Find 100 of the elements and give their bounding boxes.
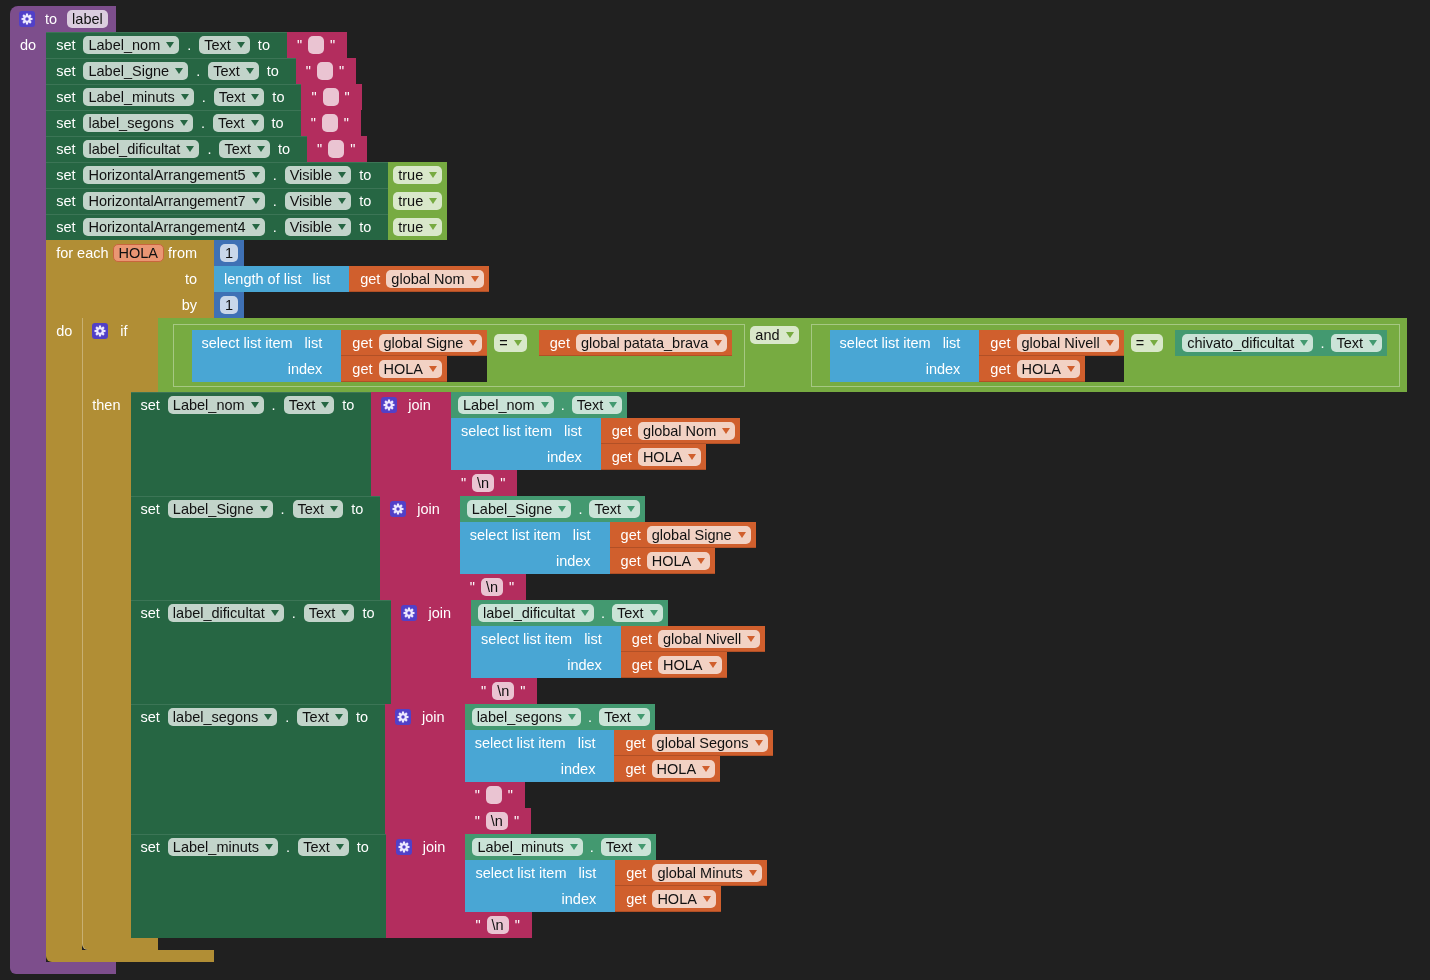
variable-dropdown[interactable]: global Signe [646, 526, 751, 544]
boolean-dropdown[interactable]: true [393, 192, 443, 210]
dot-separator: . [285, 708, 290, 726]
gear-icon[interactable] [395, 709, 412, 725]
list-keyword: list [563, 422, 582, 440]
component-dropdown[interactable]: Label_Signe [167, 500, 273, 518]
property-dropdown[interactable]: Text [1331, 334, 1382, 352]
property-dropdown[interactable]: Text [612, 604, 663, 622]
component-dropdown[interactable]: label_dificultat [167, 604, 284, 622]
variable-dropdown[interactable]: global Segons [651, 734, 768, 752]
component-dropdown[interactable]: label_dificultat [478, 604, 594, 622]
property-dropdown[interactable]: Text [297, 708, 348, 726]
text-field[interactable]: \n [472, 474, 495, 492]
variable-dropdown[interactable]: global Minuts [652, 864, 762, 882]
property-dropdown[interactable]: Visible [284, 218, 352, 236]
property-dropdown[interactable]: Text [303, 604, 355, 622]
property-dropdown[interactable]: Text [199, 36, 250, 54]
boolean-dropdown[interactable]: true [393, 166, 443, 184]
component-dropdown[interactable]: Label_nom [457, 396, 554, 414]
quote-mark: " [305, 62, 311, 80]
variable-dropdown[interactable]: HOLA [658, 656, 722, 674]
text-field[interactable] [322, 88, 339, 106]
gear-icon[interactable] [401, 605, 418, 621]
gear-icon[interactable] [92, 323, 109, 339]
operator-dropdown[interactable]: and [750, 326, 799, 344]
property-dropdown[interactable]: Visible [284, 166, 352, 184]
variable-dropdown[interactable]: global Signe [378, 334, 483, 352]
boolean-dropdown[interactable]: true [393, 218, 443, 236]
to-keyword: to [45, 10, 58, 28]
variable-dropdown[interactable]: global Nom [637, 422, 736, 440]
dot-separator: . [286, 838, 291, 856]
number-field[interactable]: 1 [220, 296, 239, 314]
text-field[interactable]: \n [492, 682, 515, 700]
variable-dropdown[interactable]: HOLA [651, 760, 716, 778]
gear-icon[interactable] [381, 397, 398, 413]
property-dropdown[interactable]: Text [298, 838, 349, 856]
to-keyword: to [184, 270, 198, 288]
quote-mark: " [310, 114, 316, 132]
variable-dropdown[interactable]: HOLA [652, 890, 716, 908]
operator-dropdown[interactable]: = [1130, 334, 1164, 352]
text-field[interactable]: \n [486, 916, 509, 934]
property-dropdown[interactable]: Text [208, 62, 259, 80]
component-dropdown[interactable]: chivato_dificultat [1182, 334, 1314, 352]
variable-dropdown[interactable]: HOLA [637, 448, 702, 466]
component-dropdown[interactable]: HorizontalArrangement7 [83, 192, 265, 210]
variable-dropdown[interactable]: HOLA [646, 552, 711, 570]
dot-separator: . [207, 140, 212, 158]
gear-icon[interactable] [19, 11, 35, 27]
variable-dropdown[interactable]: global Nivell [1016, 334, 1119, 352]
property-dropdown[interactable]: Text [571, 396, 623, 414]
property-dropdown[interactable]: Text [213, 88, 265, 106]
text-field[interactable] [317, 62, 333, 80]
component-dropdown[interactable]: label_segons [83, 114, 193, 132]
component-dropdown[interactable]: HorizontalArrangement4 [83, 218, 265, 236]
component-dropdown[interactable]: Label_minuts [83, 88, 194, 106]
component-dropdown[interactable]: Label_minuts [472, 838, 583, 856]
component-dropdown[interactable]: label_dificultat [83, 140, 200, 158]
to-keyword: to [278, 140, 291, 158]
gear-icon[interactable] [390, 501, 407, 517]
number-field[interactable]: 1 [220, 244, 239, 262]
component-dropdown[interactable]: label_segons [471, 708, 582, 726]
property-dropdown[interactable]: Text [219, 140, 270, 158]
gear-icon[interactable] [395, 839, 412, 855]
set-keyword: set [56, 192, 76, 210]
variable-dropdown[interactable]: global Nom [386, 270, 484, 288]
caret-icon [334, 714, 343, 720]
caret-icon [175, 68, 184, 74]
property-dropdown[interactable]: Text [599, 708, 650, 726]
operator-dropdown[interactable]: = [494, 334, 527, 352]
text-field[interactable] [485, 786, 502, 804]
text-field[interactable] [321, 114, 338, 132]
caret-icon [166, 42, 175, 48]
component-dropdown[interactable]: HorizontalArrangement5 [83, 166, 265, 184]
text-field[interactable] [328, 140, 345, 158]
dot-separator: . [280, 500, 285, 518]
property-dropdown[interactable]: Visible [284, 192, 352, 210]
property-dropdown[interactable]: Text [292, 500, 344, 518]
variable-dropdown[interactable]: HOLA [1016, 360, 1081, 378]
variable-dropdown[interactable]: global Nivell [658, 630, 761, 648]
component-dropdown[interactable]: Label_nom [83, 36, 180, 54]
get-keyword: get [626, 890, 647, 908]
component-dropdown[interactable]: Label_Signe [466, 500, 572, 518]
component-dropdown[interactable]: Label_minuts [167, 838, 279, 856]
property-dropdown[interactable]: Text [213, 114, 264, 132]
variable-dropdown[interactable]: global patata_brava [575, 334, 728, 352]
variable-dropdown[interactable]: HOLA [378, 360, 442, 378]
procedure-name-field[interactable]: label [67, 10, 108, 28]
index-keyword: index [555, 552, 591, 570]
to-keyword: to [351, 500, 364, 518]
property-dropdown[interactable]: Text [600, 838, 652, 856]
property-dropdown[interactable]: Text [589, 500, 641, 518]
text-field[interactable] [308, 36, 325, 54]
component-dropdown[interactable]: Label_nom [167, 396, 264, 414]
get-keyword: get [620, 552, 641, 570]
text-field[interactable]: \n [480, 578, 504, 596]
text-field[interactable]: \n [485, 812, 508, 830]
property-dropdown[interactable]: Text [283, 396, 335, 414]
component-dropdown[interactable]: Label_Signe [83, 62, 189, 80]
component-dropdown[interactable]: label_segons [167, 708, 278, 726]
loop-variable-field[interactable]: HOLA [112, 244, 165, 262]
